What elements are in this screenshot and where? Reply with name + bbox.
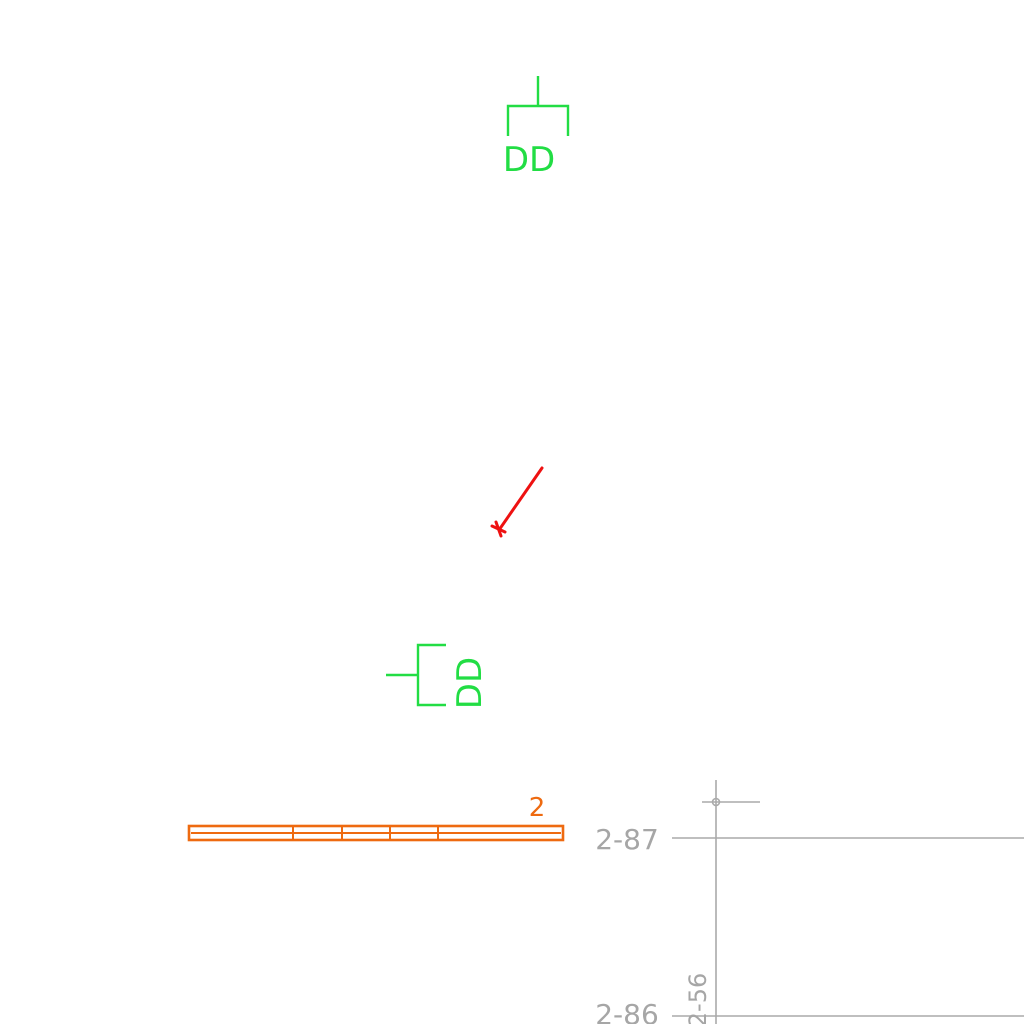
beam-label: 2 — [529, 793, 546, 823]
beam-element — [187, 824, 565, 842]
arrow-icon — [490, 466, 544, 538]
section-marker-top-label: DD — [503, 140, 555, 180]
section-marker-bottom-label: DD — [450, 657, 490, 709]
cad-canvas: DD DD 2 2-87 2-86 2-56 — [187, 76, 1024, 1024]
section-marker-top — [506, 76, 570, 136]
grid-label-row-b: 2-86 — [595, 998, 659, 1024]
grid-label-row-a: 2-87 — [595, 823, 659, 856]
grid-label-col: 2-56 — [684, 973, 712, 1024]
section-marker-bottom — [386, 643, 446, 707]
grid-lines — [672, 780, 1024, 1024]
